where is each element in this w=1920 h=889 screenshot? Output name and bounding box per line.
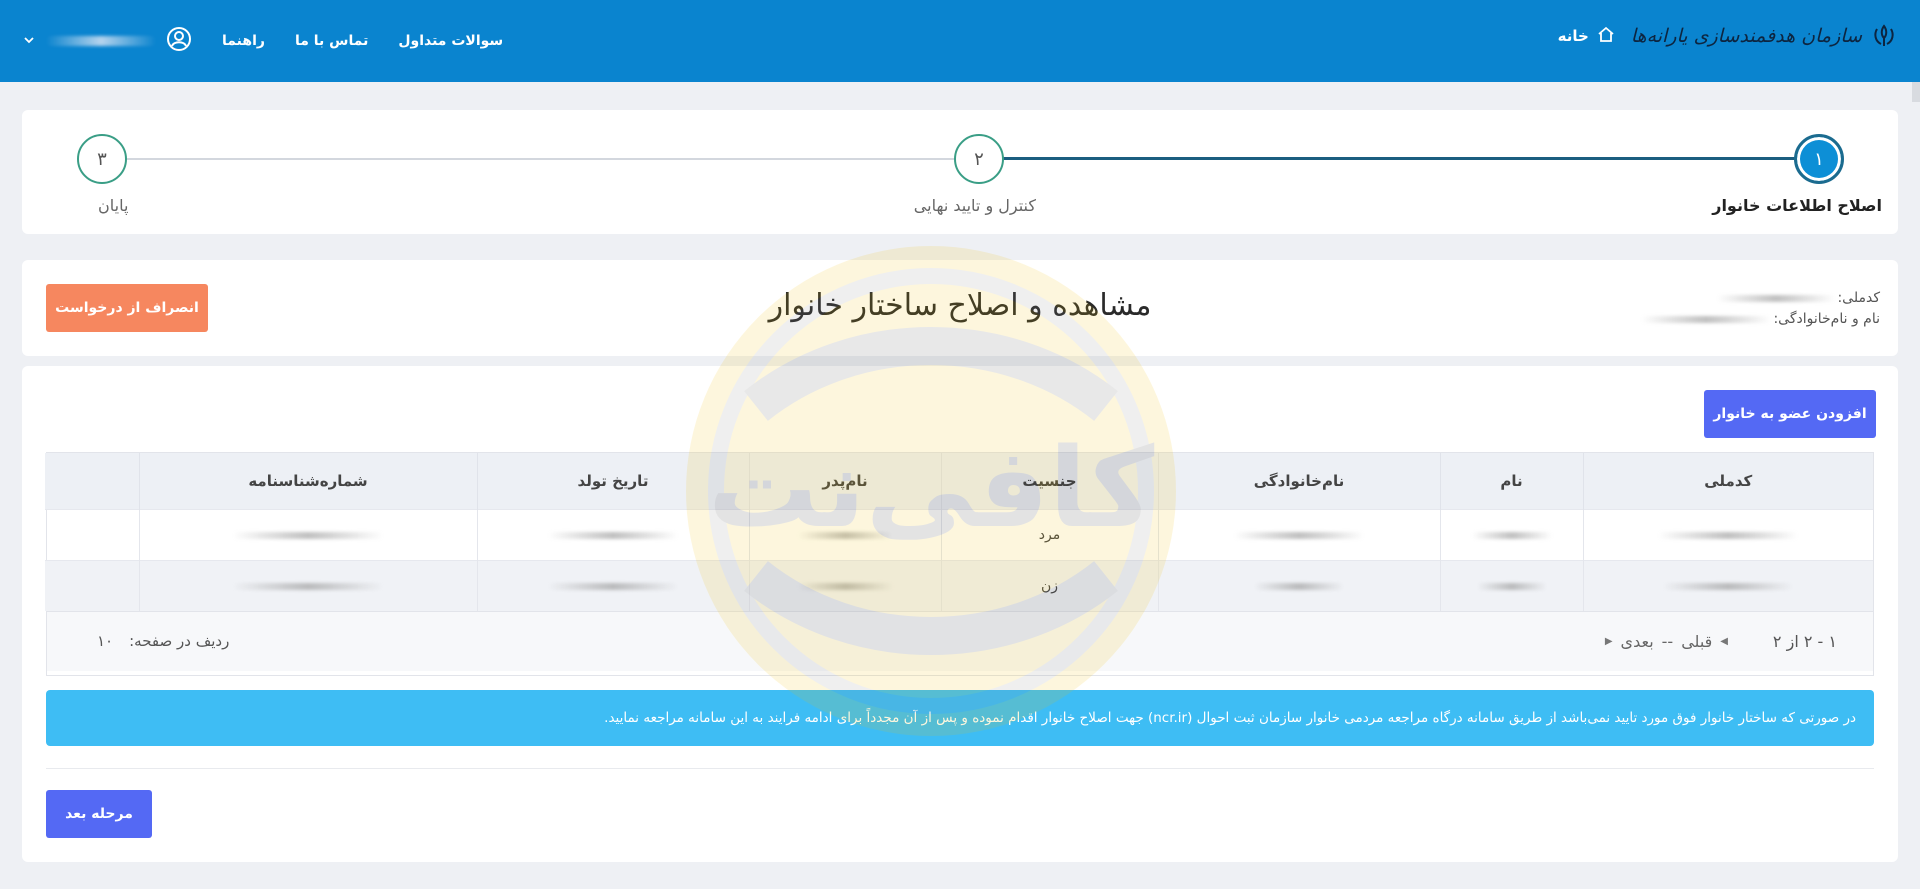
pagination-range: ۱ - ۲ از ۲: [1772, 632, 1837, 651]
next-step-button[interactable]: مرحله بعد: [46, 790, 152, 838]
cell-birth-date: [476, 559, 749, 611]
cell-birth-date: [476, 508, 749, 560]
user-icon[interactable]: [166, 26, 192, 56]
rows-per-page[interactable]: ردیف در صفحه: ۱۰: [97, 632, 229, 650]
info-alert-text: در صورتی که ساختار خانوار فوق مورد تایید…: [604, 710, 1856, 726]
column-header-first-name: نام: [1439, 453, 1583, 509]
nav-help[interactable]: راهنما: [222, 33, 265, 49]
cell-gender: مرد: [940, 508, 1158, 560]
home-label: خانه: [1557, 27, 1589, 45]
table-header-row: کدملی نام نام‌خانوادگی جنسیت نام‌پدر تار…: [45, 453, 1873, 509]
info-alert: در صورتی که ساختار خانوار فوق مورد تایید…: [46, 690, 1874, 746]
chevron-right-icon[interactable]: ◀: [1720, 636, 1728, 647]
cell-national-code: [1582, 559, 1873, 611]
nav-faq[interactable]: سوالات متداول: [398, 33, 503, 49]
brand-group: سازمان هدفمندسازی یارانه‌ها خانه: [1558, 22, 1898, 50]
cell-father-name: [748, 559, 941, 611]
cell-id-number: [138, 508, 477, 560]
table-pagination: ۱ - ۲ از ۲ ◀ قبلی -- بعدی ▶ ردیف در صفحه…: [47, 611, 1873, 671]
divider: [46, 768, 1874, 769]
cell-national-code: [1582, 508, 1873, 560]
step-1-label: اصلاح اطلاعات خانوار: [1712, 196, 1882, 215]
cell-first-name: [1439, 508, 1583, 560]
column-header-national-code: کدملی: [1582, 453, 1873, 509]
table-row[interactable]: مرد: [45, 508, 1873, 560]
step-3-label: پایان: [98, 196, 129, 215]
step-3-circle: ۳: [77, 134, 127, 184]
column-header-last-name: نام‌خانوادگی: [1157, 453, 1440, 509]
rows-per-page-label: ردیف در صفحه:: [129, 632, 230, 650]
pagination-next[interactable]: بعدی: [1621, 632, 1654, 651]
pagination-separator: --: [1661, 632, 1674, 651]
chevron-left-icon[interactable]: ▶: [1605, 636, 1613, 647]
cell-actions: [45, 559, 139, 611]
chevron-down-icon[interactable]: [22, 32, 36, 51]
column-header-actions: [45, 453, 139, 509]
column-header-birth-date: تاریخ تولد: [476, 453, 749, 509]
cell-last-name: [1157, 559, 1440, 611]
column-header-father-name: نام‌پدر: [748, 453, 941, 509]
scrollbar[interactable]: [1912, 82, 1920, 102]
cell-id-number: [138, 559, 477, 611]
pagination-prev[interactable]: قبلی: [1681, 632, 1712, 651]
logo[interactable]: سازمان هدفمندسازی یارانه‌ها: [1631, 22, 1898, 50]
cell-actions: [45, 508, 139, 560]
username-redacted: [46, 36, 156, 46]
cancel-request-button[interactable]: انصراف از درخواست: [46, 284, 208, 332]
stepper: ۱ اصلاح اطلاعات خانوار ۲ کنترل و تایید ن…: [22, 110, 1898, 234]
add-member-button[interactable]: افزودن عضو به خانوار: [1704, 390, 1876, 438]
column-header-id-number: شماره‌شناسنامه: [138, 453, 477, 509]
pagination-nav: ◀ قبلی -- بعدی ▶: [1605, 632, 1728, 651]
step-2-circle: ۲: [954, 134, 1004, 184]
page-header-card: کدملی: نام و نام‌خانوادگی: مشاهده و اصلا…: [22, 260, 1898, 356]
top-navbar: سازمان هدفمندسازی یارانه‌ها خانه راهنما …: [0, 0, 1920, 82]
rows-per-page-value[interactable]: ۱۰: [97, 632, 113, 650]
logo-text: سازمان هدفمندسازی یارانه‌ها: [1630, 25, 1862, 47]
home-icon: [1597, 25, 1615, 47]
column-header-gender: جنسیت: [940, 453, 1158, 509]
user-menu[interactable]: [22, 26, 192, 56]
table-row[interactable]: زن: [45, 559, 1873, 611]
step-connector-completed: [982, 157, 1838, 160]
home-link[interactable]: خانه: [1558, 25, 1615, 47]
cell-first-name: [1439, 559, 1583, 611]
cell-father-name: [748, 508, 941, 560]
step-connector-pending: [122, 158, 982, 160]
iran-emblem-icon: [1870, 22, 1898, 50]
family-structure-card: افزودن عضو به خانوار کدملی نام نام‌خانوا…: [22, 366, 1898, 862]
step-2-label: کنترل و تایید نهایی: [913, 196, 1036, 215]
nav-contact[interactable]: تماس با ما: [295, 33, 368, 49]
nav-group: راهنما تماس با ما سوالات متداول: [22, 26, 503, 56]
page-title: مشاهده و اصلاح ساختار خانوار: [768, 288, 1152, 323]
cell-gender: زن: [940, 559, 1158, 611]
family-table: کدملی نام نام‌خانوادگی جنسیت نام‌پدر تار…: [45, 452, 1874, 676]
step-1-circle: ۱: [1794, 134, 1844, 184]
cell-last-name: [1157, 508, 1440, 560]
